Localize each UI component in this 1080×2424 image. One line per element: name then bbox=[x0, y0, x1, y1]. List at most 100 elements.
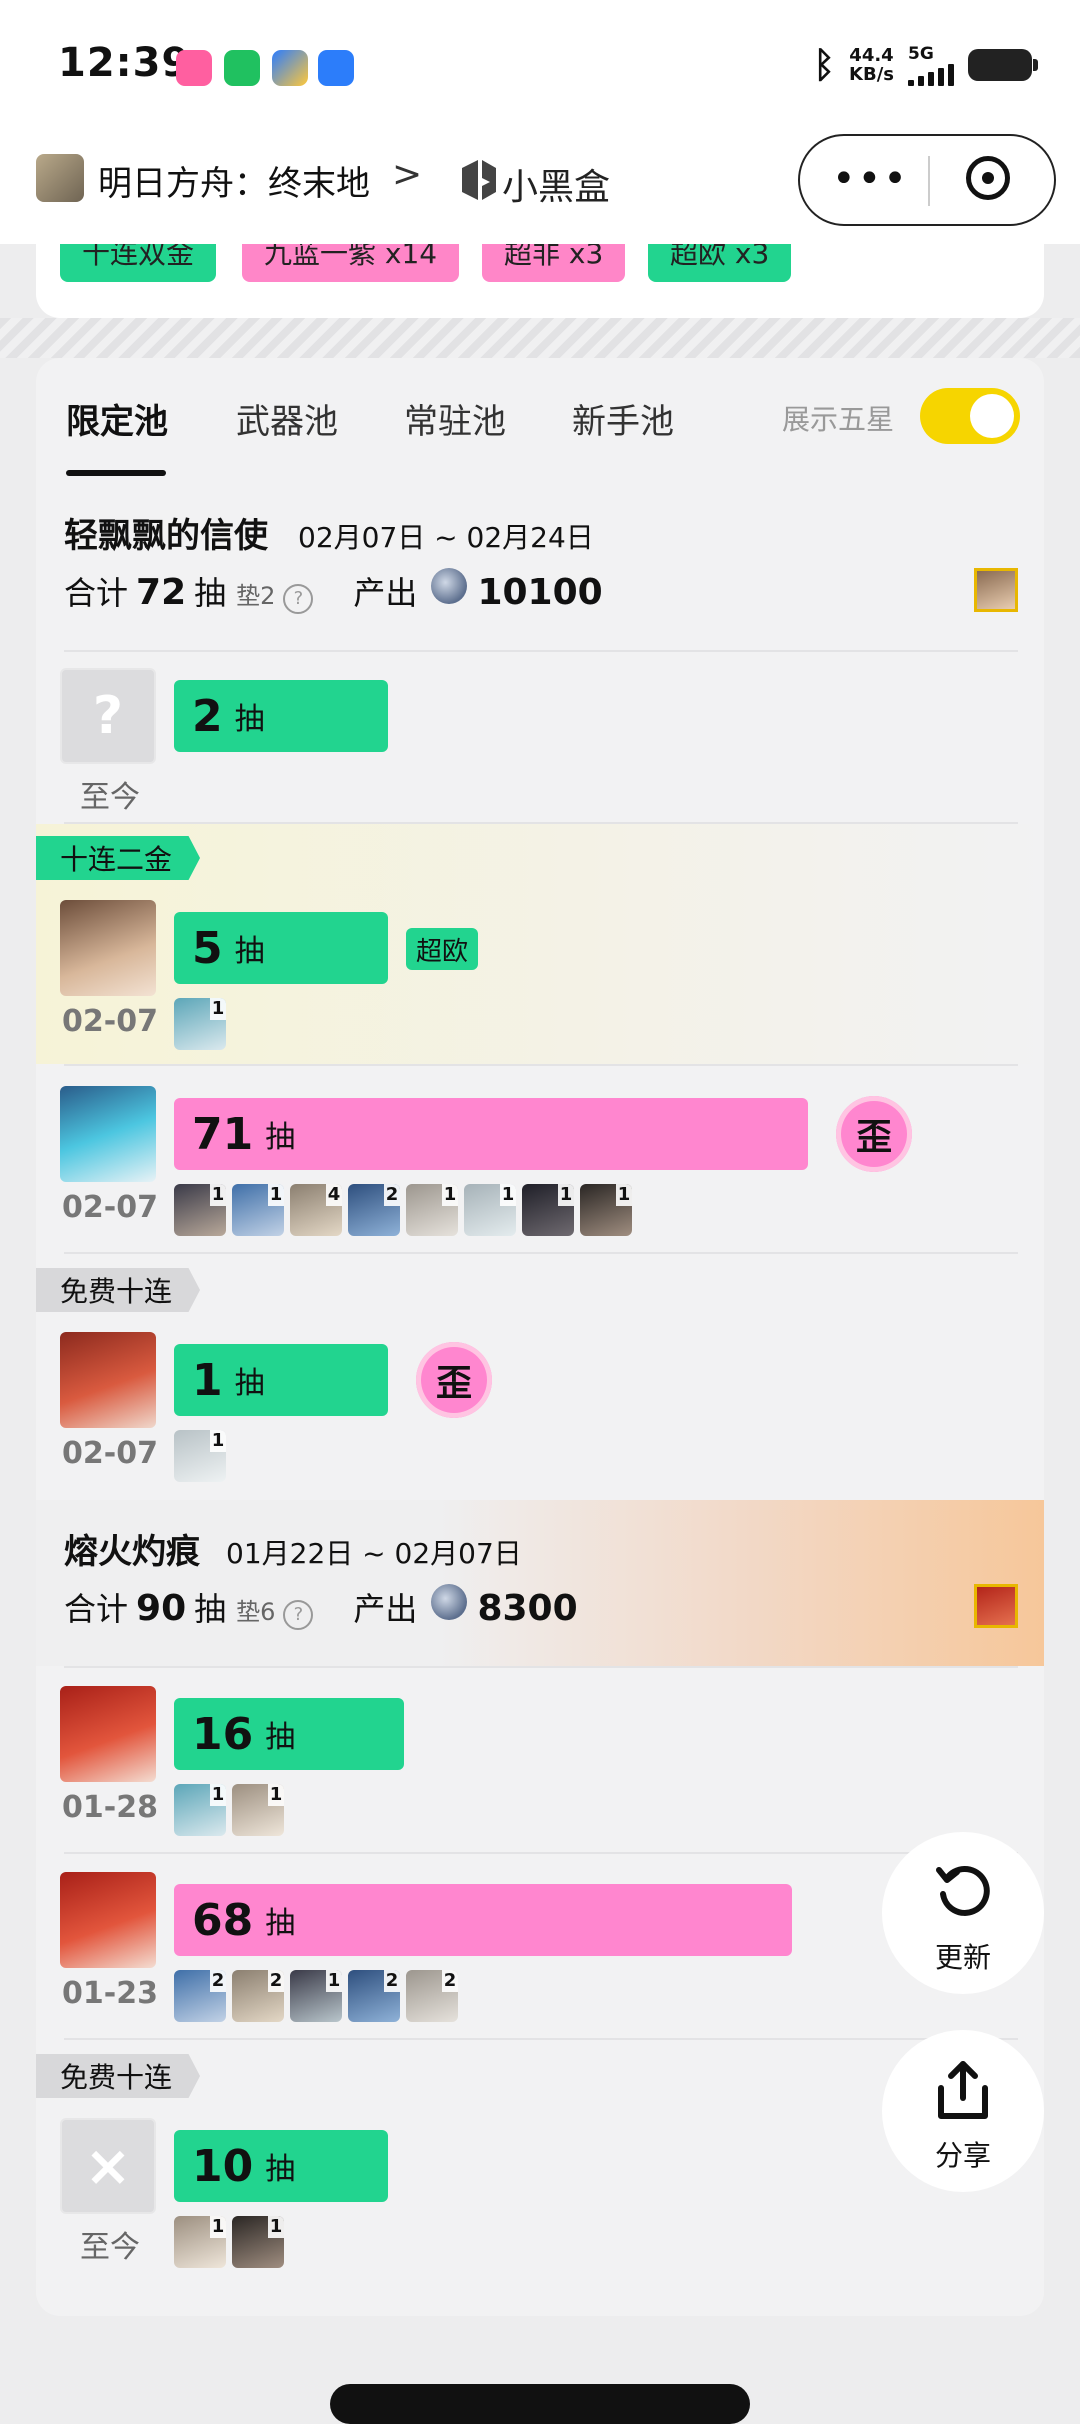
pool-summary: 合计 90 抽 垫6 ? 产出 8300 bbox=[64, 1584, 578, 1630]
close-miniapp-icon[interactable] bbox=[966, 156, 1010, 200]
pool-summary: 合计 72 抽 垫2 ? 产出 10100 bbox=[64, 568, 603, 614]
share-button[interactable]: 分享 bbox=[882, 2030, 1044, 2192]
mini-avatar: 1 bbox=[232, 1184, 284, 1236]
share-label: 分享 bbox=[934, 2139, 991, 2172]
pool-total: 72 bbox=[136, 572, 187, 613]
mini-avatar: 1 bbox=[464, 1184, 516, 1236]
refresh-button[interactable]: 更新 bbox=[882, 1832, 1044, 1994]
record-date: 至今 bbox=[80, 780, 140, 815]
tag-super-lucky: 超欧 x3 bbox=[648, 244, 792, 282]
app-notification-icon bbox=[272, 50, 308, 86]
super-lucky-badge: 超欧 bbox=[406, 928, 479, 970]
tag-nine-blue-one-purple: 九蓝一紫 x14 bbox=[242, 244, 460, 282]
help-icon[interactable]: ? bbox=[283, 584, 314, 614]
status-bar: 12:39 ᛒ 44.4 KB/s 5G bbox=[0, 0, 1080, 134]
mini-avatar: 2 bbox=[348, 1184, 400, 1236]
unknown-avatar: × bbox=[60, 2118, 156, 2214]
wechat-icon bbox=[224, 50, 260, 86]
mini-avatar: 1 bbox=[232, 1784, 284, 1836]
ribbon-ten-two-gold: 十连二金 bbox=[36, 836, 201, 880]
featured-character-icon bbox=[974, 1584, 1018, 1628]
pool-tabs: 限定池 武器池 常驻池 新手池 展示五星 bbox=[36, 358, 1044, 478]
status-icons: ᛒ 44.4 KB/s 5G bbox=[813, 44, 1038, 86]
more-button[interactable]: ••• bbox=[832, 156, 909, 202]
divider bbox=[64, 2038, 1018, 2040]
miniapp-capsule: ••• bbox=[798, 134, 1056, 226]
currency-icon bbox=[431, 568, 468, 604]
mini-avatar: 1 bbox=[174, 1430, 226, 1482]
pool-header: 轻飘飘的信使 02月07日 ~ 02月24日 合计 72 抽 垫2 ? 产出 1… bbox=[36, 492, 1044, 632]
show-five-star-label: 展示五星 bbox=[782, 403, 895, 436]
record-date: 01-23 bbox=[62, 1976, 158, 2011]
divider bbox=[64, 1064, 1018, 1066]
net-speed: 44.4 KB/s bbox=[849, 45, 894, 85]
record-date: 至今 bbox=[80, 2230, 140, 2265]
show-five-star-toggle[interactable] bbox=[920, 388, 1020, 444]
game-title[interactable]: 明日方舟：终末地 bbox=[98, 156, 370, 205]
character-avatar bbox=[60, 1872, 156, 1968]
clock: 12:39 bbox=[58, 40, 191, 86]
pool-output: 8300 bbox=[477, 1588, 578, 1629]
signal-icon bbox=[908, 64, 954, 86]
currency-icon bbox=[431, 1584, 468, 1620]
pool-name: 熔火灼痕 bbox=[64, 1532, 200, 1572]
off-banner-badge: 歪 bbox=[416, 1342, 492, 1418]
bilibili-icon bbox=[176, 50, 212, 86]
sub-results: 1 bbox=[174, 998, 226, 1050]
character-avatar bbox=[60, 1332, 156, 1428]
ribbon-free-ten: 免费十连 bbox=[36, 2054, 201, 2098]
heybox-logo-icon bbox=[462, 160, 496, 200]
app-notification-icon bbox=[318, 50, 354, 86]
divider-stripes bbox=[0, 318, 1080, 358]
mini-avatar: 1 bbox=[290, 1970, 342, 2022]
mini-avatar: 4 bbox=[290, 1184, 342, 1236]
mini-avatar: 1 bbox=[232, 2216, 284, 2268]
tab-beginner[interactable]: 新手池 bbox=[572, 394, 674, 443]
pool-dates: 02月07日 ~ 02月24日 bbox=[298, 521, 594, 554]
mini-avatar: 1 bbox=[174, 2216, 226, 2268]
mini-avatar: 2 bbox=[406, 1970, 458, 2022]
draw-count-bar: 1抽 bbox=[174, 1344, 388, 1416]
character-avatar bbox=[60, 900, 156, 996]
game-avatar[interactable] bbox=[36, 154, 84, 202]
divider bbox=[64, 1666, 1018, 1668]
character-avatar bbox=[60, 1086, 156, 1182]
mini-avatar: 2 bbox=[348, 1970, 400, 2022]
pool-header: 熔火灼痕 01月22日 ~ 02月07日 合计 90 抽 垫6 ? 产出 830… bbox=[36, 1508, 1044, 1648]
ribbon-free-ten: 免费十连 bbox=[36, 1268, 201, 1312]
mini-avatar: 2 bbox=[232, 1970, 284, 2022]
mini-avatar: 1 bbox=[406, 1184, 458, 1236]
record-date: 02-07 bbox=[62, 1436, 158, 1471]
bottom-nav-pill[interactable] bbox=[330, 2384, 750, 2424]
brand-name: 小黑盒 bbox=[502, 167, 611, 208]
pool-dates: 01月22日 ~ 02月07日 bbox=[226, 1537, 522, 1570]
off-banner-badge: 歪 bbox=[836, 1096, 912, 1172]
tab-limited[interactable]: 限定池 bbox=[66, 394, 168, 443]
refresh-icon bbox=[936, 1866, 990, 1916]
mini-avatar: 1 bbox=[522, 1184, 574, 1236]
unknown-avatar: ? bbox=[60, 668, 156, 764]
help-icon[interactable]: ? bbox=[283, 1600, 314, 1630]
draw-count-bar: 10 抽 bbox=[174, 2130, 388, 2202]
tab-weapon[interactable]: 武器池 bbox=[236, 394, 338, 443]
tab-standard[interactable]: 常驻池 bbox=[404, 394, 506, 443]
share-icon bbox=[938, 2061, 988, 2119]
sub-results: 2 2 1 2 2 bbox=[174, 1970, 458, 2022]
active-tab-indicator bbox=[66, 470, 166, 476]
bluetooth-icon: ᛒ bbox=[813, 44, 836, 86]
mini-avatar: 1 bbox=[580, 1184, 632, 1236]
refresh-label: 更新 bbox=[934, 1941, 991, 1974]
mini-avatar: 1 bbox=[174, 1784, 226, 1836]
battery-icon bbox=[968, 49, 1038, 81]
record-date: 02-07 bbox=[62, 1190, 158, 1225]
chevron-right-icon[interactable]: > bbox=[392, 154, 422, 195]
sub-results: 1 1 bbox=[174, 2216, 284, 2268]
character-avatar bbox=[60, 1686, 156, 1782]
miniapp-title-bar: 明日方舟：终末地 > 小黑盒 ••• bbox=[0, 134, 1080, 244]
featured-character-icon bbox=[974, 568, 1018, 612]
mini-avatar: 1 bbox=[174, 1184, 226, 1236]
sub-results: 1 1 bbox=[174, 1784, 284, 1836]
draw-count-bar: 2抽 bbox=[174, 680, 388, 752]
pity-count: 垫6 bbox=[236, 1598, 276, 1626]
draw-count-bar: 5抽 bbox=[174, 912, 388, 984]
